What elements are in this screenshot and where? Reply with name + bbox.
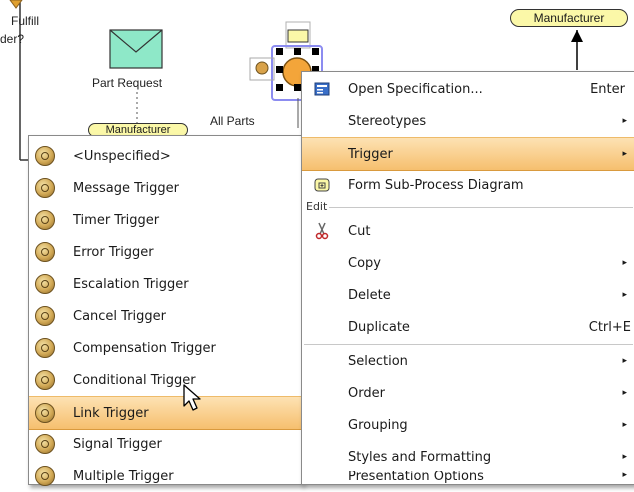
menu-item-multiple-trigger[interactable]: Multiple Trigger [29,460,302,492]
menu-item-delete[interactable]: Delete ▸ [302,279,634,311]
menu-item-unspecified[interactable]: <Unspecified> [29,140,302,172]
menu-item-label: Cancel Trigger [73,308,167,324]
shortcut-label: Ctrl+E [588,319,631,335]
menu-item-label: Duplicate [348,319,410,335]
menu-item-label: Grouping [348,417,408,433]
submenu-arrow-icon: ▸ [622,258,627,268]
link-trigger-icon [35,403,55,423]
menu-item-cut[interactable]: Cut [302,215,634,247]
flow-arrowhead [571,30,583,42]
menu-item-open-specification[interactable]: Open Specification... Enter [302,73,634,105]
menu-item-label: Delete [348,287,391,303]
menu-item-label: Styles and Formatting [348,449,492,465]
menu-item-label: Multiple Trigger [73,468,174,484]
menu-item-label: Trigger [348,146,393,162]
specification-icon [314,82,330,96]
scissors-icon [315,222,329,240]
compensation-trigger-icon [35,338,55,358]
menu-item-label: Copy [348,255,381,271]
signal-trigger-icon [35,434,55,454]
context-menu: Open Specification... Enter Stereotypes … [301,71,634,485]
menu-item-escalation-trigger[interactable]: Escalation Trigger [29,268,302,300]
menu-item-signal-trigger[interactable]: Signal Trigger [29,428,302,460]
shortcut-label: Enter [590,81,625,97]
trigger-submenu: <Unspecified> Message Trigger Timer Trig… [28,135,303,486]
menu-item-label: Selection [348,353,408,369]
menu-item-label: Stereotypes [348,113,427,129]
menu-item-styles-formatting[interactable]: Styles and Formatting ▸ [302,441,634,473]
menu-item-label: Escalation Trigger [73,276,189,292]
menu-item-grouping[interactable]: Grouping ▸ [302,409,634,441]
menu-item-form-sub-process[interactable]: Form Sub-Process Diagram [302,169,634,201]
menu-item-selection[interactable]: Selection ▸ [302,345,634,377]
menu-item-order[interactable]: Order ▸ [302,377,634,409]
submenu-arrow-icon: ▸ [622,356,627,366]
submenu-arrow-icon: ▸ [622,116,627,126]
submenu-arrow-icon: ▸ [622,290,627,300]
menu-item-link-trigger[interactable]: Link Trigger [29,396,302,430]
menu-item-label: Presentation Options [348,471,484,484]
menu-item-label: Error Trigger [73,244,154,260]
unspecified-trigger-icon [35,146,55,166]
menu-item-timer-trigger[interactable]: Timer Trigger [29,204,302,236]
submenu-arrow-icon: ▸ [622,471,627,480]
gateway-label-order: der? [0,32,25,46]
conditional-trigger-icon [35,370,55,390]
menu-item-conditional-trigger[interactable]: Conditional Trigger [29,364,302,396]
part-request-envelope-icon[interactable] [109,29,163,69]
timer-trigger-icon [35,210,55,230]
menu-item-copy[interactable]: Copy ▸ [302,247,634,279]
menu-item-message-trigger[interactable]: Message Trigger [29,172,302,204]
sub-process-icon [314,178,330,192]
submenu-arrow-icon: ▸ [622,452,627,462]
mouse-cursor-icon [183,384,201,411]
menu-item-label: Link Trigger [73,405,149,421]
menu-item-compensation-trigger[interactable]: Compensation Trigger [29,332,302,364]
message-trigger-icon [35,178,55,198]
escalation-trigger-icon [35,274,55,294]
error-trigger-icon [35,242,55,262]
menu-item-label: Conditional Trigger [73,372,196,388]
menu-item-label: <Unspecified> [73,148,171,164]
menu-item-trigger[interactable]: Trigger ▸ [302,137,634,171]
part-request-label: Part Request [92,76,163,90]
menu-item-cancel-trigger[interactable]: Cancel Trigger [29,300,302,332]
edit-group-label: Edit [304,200,330,213]
gateway-label-fulfill: Fulfill [11,14,40,28]
menu-item-duplicate[interactable]: Duplicate Ctrl+E [302,311,634,343]
menu-item-label: Signal Trigger [73,436,162,452]
multiple-trigger-icon [35,466,55,486]
menu-item-label: Cut [348,223,371,239]
manufacturer-badge-top[interactable]: Manufacturer [510,9,628,27]
submenu-arrow-icon: ▸ [622,149,627,159]
menu-item-stereotypes[interactable]: Stereotypes ▸ [302,105,634,137]
menu-item-error-trigger[interactable]: Error Trigger [29,236,302,268]
edit-group-separator [304,207,633,208]
menu-item-label: Message Trigger [73,180,179,196]
all-parts-label: All Parts [210,114,255,128]
resource-catalog-icon[interactable] [255,61,269,75]
menu-item-label: Compensation Trigger [73,340,216,356]
submenu-arrow-icon: ▸ [622,420,627,430]
menu-item-label: Form Sub-Process Diagram [348,177,524,193]
menu-item-label: Open Specification... [348,81,483,97]
submenu-arrow-icon: ▸ [622,388,627,398]
event-annotation [287,29,309,43]
menu-item-label: Order [348,385,385,401]
menu-item-label: Timer Trigger [73,212,160,228]
cancel-trigger-icon [35,306,55,326]
